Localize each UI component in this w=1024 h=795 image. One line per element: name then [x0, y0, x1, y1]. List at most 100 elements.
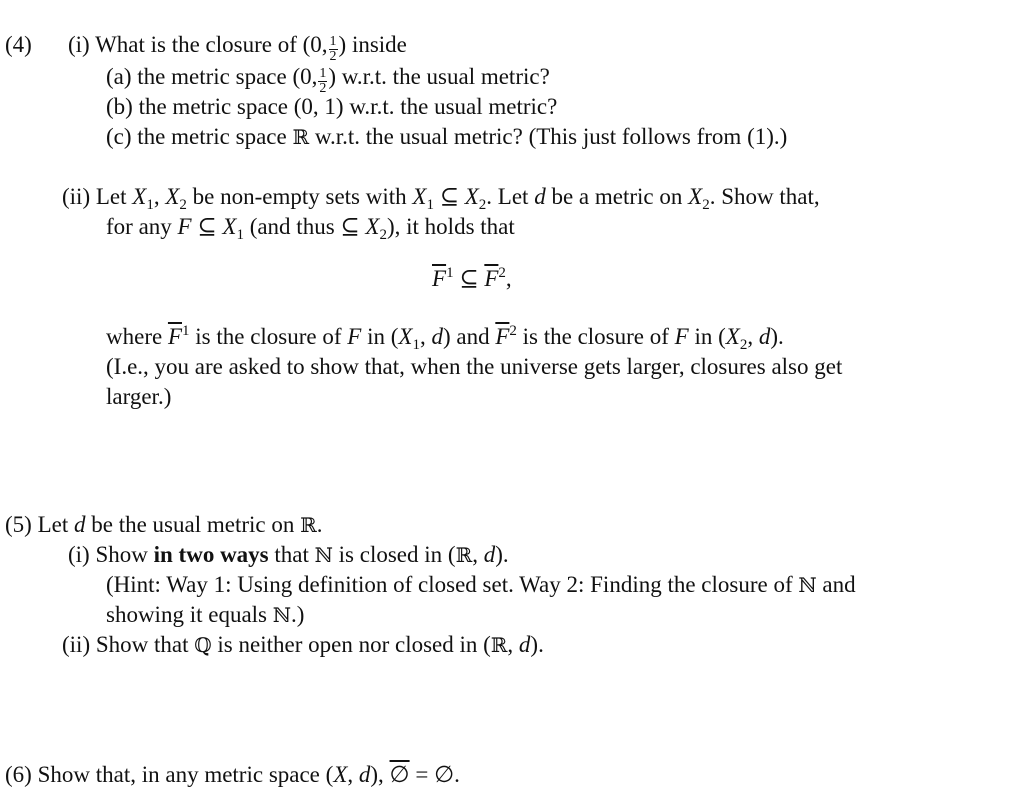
- text-fragment: F: [484, 266, 499, 291]
- text-fragment: ⊆: [197, 214, 217, 239]
- problem-4-part-ii-line1: (ii) Let X1, X2 be non-empty sets with X…: [62, 182, 820, 213]
- text-fragment: ,: [347, 762, 354, 787]
- text-fragment: (4): [5, 32, 32, 57]
- text-fragment: (and thus ⊆: [249, 214, 360, 239]
- text-fragment: d: [358, 762, 371, 787]
- text-fragment: ℕ: [798, 573, 817, 597]
- problem-4-part-ii-line4: (I.e., you are asked to show that, when …: [106, 354, 843, 379]
- text-fragment: F: [432, 266, 447, 291]
- text-fragment: ℚ: [194, 633, 212, 657]
- text-fragment: .: [316, 512, 323, 537]
- text-fragment: ℕ: [272, 603, 292, 627]
- text-fragment: ℝ: [300, 513, 317, 537]
- text-fragment: (b): [106, 94, 133, 119]
- text-fragment: w.r.t. the usual metric? (This just foll…: [314, 124, 788, 149]
- text-fragment: d: [431, 324, 443, 349]
- text-fragment: X: [333, 762, 348, 787]
- text-fragment: .): [291, 602, 305, 627]
- text-fragment: X: [165, 184, 180, 209]
- text-fragment: be non-empty sets with: [192, 184, 407, 209]
- text-fragment: 2: [379, 227, 387, 243]
- text-fragment: F: [495, 324, 510, 349]
- text-fragment: 2: [179, 197, 187, 213]
- problem-4-part-i-a: (a) the metric space (0, 1 2) w.r.t. the u…: [106, 62, 550, 96]
- text-fragment: ⊆: [439, 184, 459, 209]
- text-fragment: (c): [106, 124, 132, 149]
- text-fragment: 1: [182, 323, 190, 339]
- text-fragment: 2: [498, 265, 506, 281]
- text-fragment: d: [534, 184, 546, 209]
- text-fragment: be the usual metric on: [91, 512, 295, 537]
- text-fragment: 1: [146, 197, 154, 213]
- text-fragment: that: [274, 542, 309, 567]
- problem-4-part-i: (i) What is the closure of (0, 1 2) inside: [68, 32, 407, 64]
- problem-4-part-i-c: (c) the metric space ℝ w.r.t. the usual …: [106, 122, 787, 152]
- text-fragment: d: [483, 542, 496, 567]
- empty-set-closure: ∅: [389, 762, 410, 787]
- text-fragment: (a): [106, 64, 132, 89]
- text-fragment: ),: [370, 762, 384, 787]
- text-fragment: X: [222, 214, 237, 239]
- text-fragment: F: [177, 214, 192, 239]
- problem-5-part-ii: (ii) Show that ℚ is neither open nor clo…: [62, 630, 544, 660]
- text-fragment: F: [347, 324, 362, 349]
- text-fragment: X: [688, 184, 703, 209]
- problem-4-part-ii-line5: larger.): [106, 384, 172, 409]
- text-fragment: ).: [495, 542, 509, 567]
- text-fragment: . Show that,: [709, 184, 820, 209]
- text-fragment: and: [822, 572, 856, 597]
- text-fragment: d: [758, 324, 771, 349]
- text-fragment: 1: [328, 34, 338, 50]
- text-fragment: (ii): [62, 632, 91, 657]
- text-fragment: (i): [68, 542, 90, 567]
- text-fragment: ⊆: [459, 266, 479, 291]
- text-fragment: F: [167, 324, 182, 349]
- text-fragment: 1: [446, 265, 454, 281]
- text-fragment: is closed in (: [338, 542, 456, 567]
- text-fragment: Let: [95, 184, 127, 209]
- text-fragment: the metric space: [137, 124, 287, 149]
- text-fragment: ,: [153, 184, 160, 209]
- text-fragment: X: [725, 324, 740, 349]
- text-fragment: the metric space (0,: [137, 64, 318, 89]
- text-fragment: the metric space (0, 1) w.r.t. the usual…: [138, 94, 558, 119]
- text-fragment: X: [132, 184, 147, 209]
- problem-6: (6) Show that, in any metric space (X, d…: [5, 760, 460, 790]
- text-fragment: F: [674, 324, 689, 349]
- part-label: (i): [68, 32, 90, 57]
- text-fragment: ) and: [442, 324, 490, 349]
- text-fragment: 1: [412, 337, 420, 353]
- text-fragment: Show: [95, 542, 148, 567]
- text-fragment: is the closure of: [522, 324, 669, 349]
- problem-4-part-i-b: (b) the metric space (0, 1) w.r.t. the u…: [106, 92, 557, 122]
- text-fragment: d: [73, 512, 86, 537]
- text-fragment: is the closure of: [195, 324, 342, 349]
- text-fragment: for any: [106, 214, 172, 239]
- display-equation: F1 ⊆ F2,: [432, 264, 512, 294]
- text-fragment: X: [464, 184, 479, 209]
- text-fragment: d: [518, 632, 531, 657]
- problem-5-hint-line1: (Hint: Way 1: Using definition of closed…: [106, 570, 856, 600]
- problem-5-number: (5): [5, 512, 32, 537]
- text-fragment: ℝ: [490, 633, 508, 657]
- text-fragment: 1: [318, 66, 328, 82]
- text-fragment: in (: [367, 324, 399, 349]
- empty-set: ∅: [434, 762, 455, 787]
- text-fragment: 2: [702, 197, 710, 213]
- text-fragment: ℝ: [292, 125, 310, 149]
- text-fragment: =: [415, 762, 429, 787]
- problem-5-intro: (5) Let d be the usual metric on ℝ.: [5, 510, 322, 540]
- emphasis-in-two-ways: in two ways: [153, 542, 269, 567]
- problem-6-number: (6): [5, 762, 32, 787]
- text-fragment: ,: [419, 324, 426, 349]
- text-fragment: .: [454, 762, 460, 787]
- text-fragment: ,: [472, 542, 478, 567]
- problem-5-part-i: (i) Show in two ways that ℕ is closed in…: [68, 540, 509, 570]
- text-fragment: ).: [770, 324, 784, 349]
- problem-4-part-ii-line2: for any F ⊆ X1 (and thus ⊆ X2), it holds…: [106, 212, 515, 243]
- problem-4-number: (4): [5, 30, 32, 60]
- text-fragment: (ii): [62, 184, 91, 209]
- text-fragment: ).: [530, 632, 544, 657]
- fraction-one-half: 12: [328, 34, 338, 64]
- text-fragment: 1: [426, 197, 434, 213]
